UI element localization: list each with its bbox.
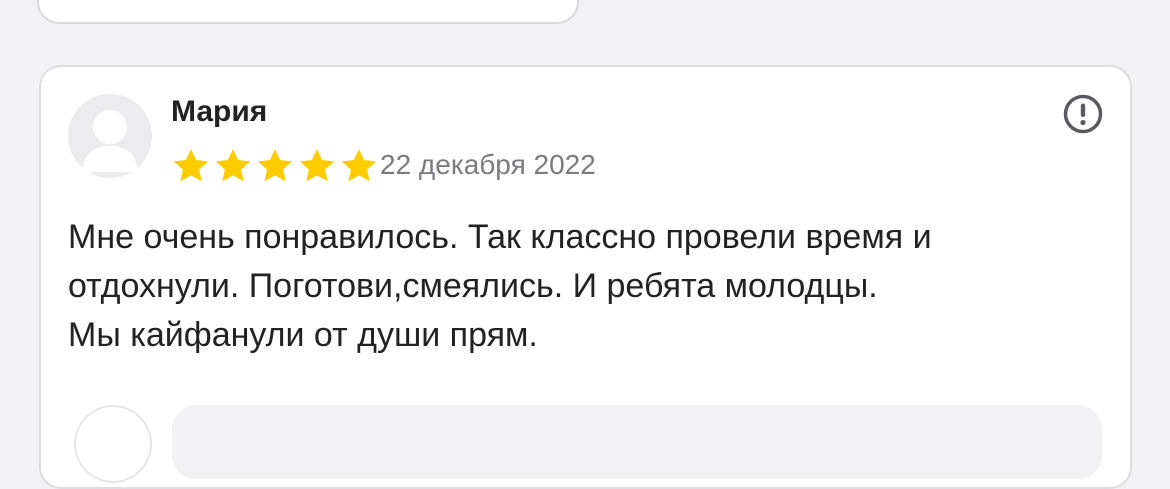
- review-date: 22 декабря 2022: [380, 149, 596, 180]
- user-avatar-icon: [68, 94, 152, 178]
- report-button[interactable]: [1063, 94, 1103, 134]
- review-text: Мне очень понравилось. Так классно прове…: [68, 213, 1113, 360]
- star-icon: [341, 149, 377, 182]
- review-card: Мария 22 декабря 2022 Мне очень понравил…: [39, 65, 1132, 489]
- star-icon: [257, 149, 293, 182]
- review-text-line: отдохнули. Поготови,смеялись. И ребята м…: [68, 267, 878, 305]
- reply-avatar: [74, 405, 152, 483]
- star-icon: [299, 149, 335, 182]
- star-icon: [215, 149, 251, 182]
- previous-review-card: [37, 0, 579, 24]
- exclamation-circle-icon: [1063, 94, 1103, 134]
- review-author-name: Мария: [171, 95, 268, 128]
- review-text-line: Мы кайфанули от души прям.: [68, 316, 538, 354]
- star-icon: [173, 149, 209, 182]
- star-rating: [171, 146, 379, 186]
- reply-input[interactable]: [172, 405, 1102, 479]
- review-text-line: Мне очень понравилось. Так классно прове…: [68, 218, 932, 256]
